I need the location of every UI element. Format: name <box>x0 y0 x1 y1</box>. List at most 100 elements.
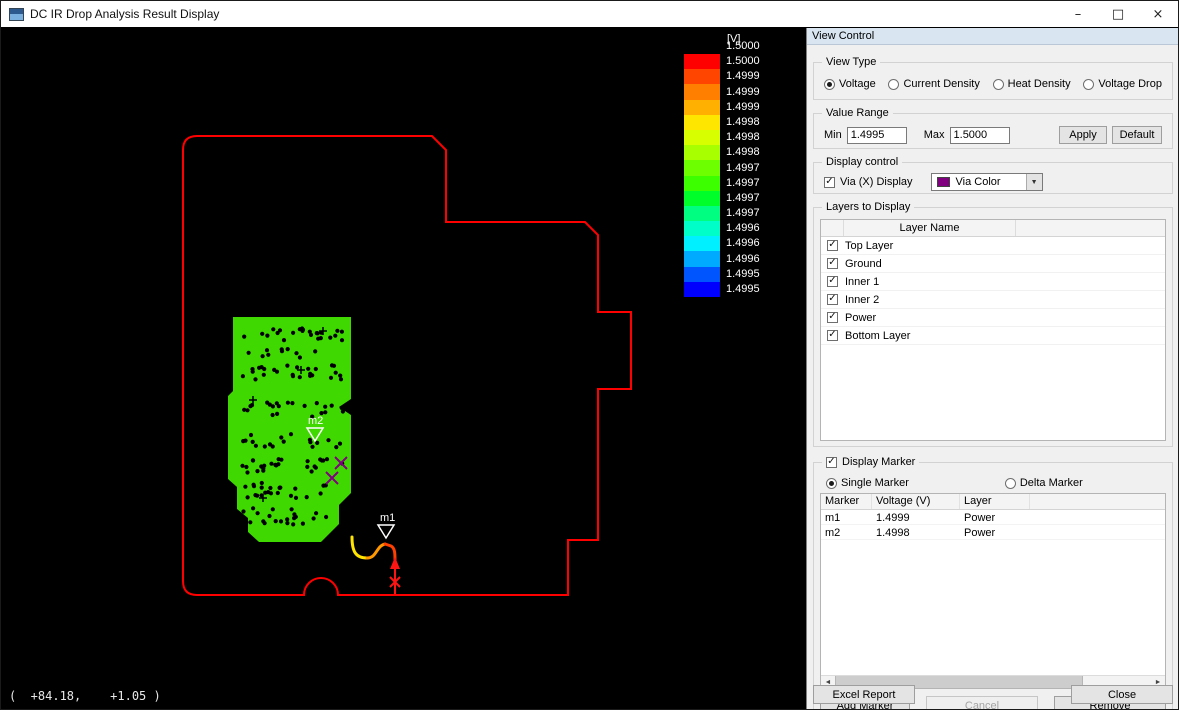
layer-checkbox[interactable] <box>827 258 838 269</box>
layer-checkbox[interactable] <box>827 294 838 305</box>
layer-checkbox[interactable] <box>827 276 838 287</box>
display-control-legend: Display control <box>822 156 902 168</box>
radio-voltage-drop[interactable]: Voltage Drop <box>1083 78 1162 90</box>
layer-label: Inner 2 <box>845 294 879 306</box>
radio-voltage[interactable]: Voltage <box>824 78 876 90</box>
window-title: DC IR Drop Analysis Result Display <box>30 7 219 21</box>
layer-checkbox[interactable] <box>827 240 838 251</box>
marker-row[interactable]: m11.4999Power <box>821 510 1165 525</box>
radio-current-density[interactable]: Current Density <box>888 78 979 90</box>
min-input[interactable] <box>847 127 907 144</box>
radio-label: Voltage <box>839 78 876 90</box>
marker-mode-options: Single Marker Delta Marker <box>814 477 1172 489</box>
marker-cell: 1.4999 <box>872 511 960 524</box>
value-range-group: Value Range Min Max Apply Default <box>813 113 1173 149</box>
max-input[interactable] <box>950 127 1010 144</box>
legend-value-label: 1.5000 <box>726 39 778 54</box>
legend-value-label: 1.4997 <box>726 191 778 206</box>
legend-value-label: 1.4998 <box>726 115 778 130</box>
legend-value-labels: 1.50001.50001.49991.49991.49991.49981.49… <box>726 39 778 297</box>
radio-icon <box>993 79 1004 90</box>
marker-table-header: MarkerVoltage (V)Layer <box>821 494 1165 510</box>
window-controls: – □ × <box>1058 1 1178 27</box>
value-range-row: Min Max Apply Default <box>814 126 1172 144</box>
layer-row-inner-2[interactable]: Inner 2 <box>821 291 1165 309</box>
layer-row-inner-1[interactable]: Inner 1 <box>821 273 1165 291</box>
close-window-button[interactable]: × <box>1138 1 1178 27</box>
legend-value-label: 1.4999 <box>726 85 778 100</box>
legend-value-label: 1.4997 <box>726 176 778 191</box>
layer-checkbox[interactable] <box>827 312 838 323</box>
legend-color-segment <box>684 145 720 160</box>
app-icon <box>9 8 24 21</box>
default-button[interactable]: Default <box>1112 126 1162 144</box>
via-color-dropdown[interactable]: Via Color ▼ <box>931 173 1043 191</box>
layer-row-power[interactable]: Power <box>821 309 1165 327</box>
legend-value-label: 1.4997 <box>726 161 778 176</box>
marker-m2-label: m2 <box>308 415 323 427</box>
min-label: Min <box>824 129 842 141</box>
minimize-button[interactable]: – <box>1058 1 1098 27</box>
legend-value-label: 1.5000 <box>726 54 778 69</box>
marker-cell: Power <box>960 526 1030 539</box>
via-display-checkbox[interactable] <box>824 177 835 188</box>
legend-value-label: 1.4995 <box>726 282 778 297</box>
marker-col-header-filler <box>1030 494 1165 509</box>
legend-color-segment <box>684 191 720 206</box>
legend-color-segment <box>684 84 720 99</box>
legend-color-segment <box>684 160 720 175</box>
via-color-swatch <box>937 177 950 187</box>
legend-color-segment <box>684 206 720 221</box>
marker-row[interactable]: m21.4998Power <box>821 525 1165 540</box>
display-control-group: Display control Via (X) Display Via Colo… <box>813 162 1173 194</box>
marker-cell: m1 <box>821 511 872 524</box>
layers-rows: Top LayerGroundInner 1 Inner 2 Power Bottom… <box>821 237 1165 345</box>
layer-label: Bottom Layer <box>845 330 910 342</box>
layers-list[interactable]: Layer Name Top LayerGroundInner 1 Inner 2… <box>820 219 1166 441</box>
legend-color-segment <box>684 282 720 297</box>
layer-checkbox[interactable] <box>827 330 838 341</box>
layers-legend: Layers to Display <box>822 201 914 213</box>
legend-color-segment <box>684 69 720 84</box>
chevron-down-icon[interactable]: ▼ <box>1026 174 1042 190</box>
layer-label: Power <box>845 312 876 324</box>
legend-value-label: 1.4996 <box>726 236 778 251</box>
app-window: DC IR Drop Analysis Result Display – □ × <box>0 0 1179 710</box>
radio-heat-density[interactable]: Heat Density <box>993 78 1071 90</box>
legend-color-segment <box>684 236 720 251</box>
legend-value-label: 1.4996 <box>726 252 778 267</box>
layer-row-ground[interactable]: Ground <box>821 255 1165 273</box>
value-range-legend: Value Range <box>822 107 893 119</box>
apply-button[interactable]: Apply <box>1059 126 1107 144</box>
layers-header-name[interactable]: Layer Name <box>844 220 1016 236</box>
radio-single-marker[interactable]: Single Marker <box>826 477 909 489</box>
marker-table[interactable]: MarkerVoltage (V)Layer m11.4999Powerm21.… <box>820 493 1166 689</box>
analysis-canvas[interactable]: m2 m1 [V] 1.50001.50001.49991.49991.4999… <box>1 28 806 710</box>
display-marker-group: Display Marker Single MarkerDelta Marker… <box>813 462 1173 710</box>
bottom-buttons-row: Excel Report Close <box>813 685 1173 704</box>
via-color-label: Via Color <box>956 176 1026 188</box>
legend-value-label: 1.4999 <box>726 100 778 115</box>
legend-value-label: 1.4995 <box>726 267 778 282</box>
marker-col-header: Voltage (V) <box>872 494 960 509</box>
marker-table-rows: m11.4999Powerm21.4998Power <box>821 510 1165 540</box>
radio-icon <box>1083 79 1094 90</box>
legend-color-segment <box>684 251 720 266</box>
display-marker-checkbox[interactable] <box>826 457 837 468</box>
legend-color-segment <box>684 100 720 115</box>
panel-title: View Control <box>807 28 1179 45</box>
marker-m1-icon <box>378 525 394 538</box>
legend-value-label: 1.4998 <box>726 145 778 160</box>
marker-col-header: Layer <box>960 494 1030 509</box>
excel-report-button[interactable]: Excel Report <box>813 685 915 704</box>
maximize-button[interactable]: □ <box>1098 1 1138 27</box>
max-label: Max <box>924 129 945 141</box>
radio-delta-marker[interactable]: Delta Marker <box>1005 477 1083 489</box>
legend-color-segment <box>684 267 720 282</box>
close-button[interactable]: Close <box>1071 685 1173 704</box>
legend-color-segment <box>684 130 720 145</box>
marker-m1[interactable]: m1 <box>378 512 395 538</box>
layer-row-top-layer[interactable]: Top Layer <box>821 237 1165 255</box>
layer-row-bottom-layer[interactable]: Bottom Layer <box>821 327 1165 345</box>
radio-label: Delta Marker <box>1020 477 1083 489</box>
